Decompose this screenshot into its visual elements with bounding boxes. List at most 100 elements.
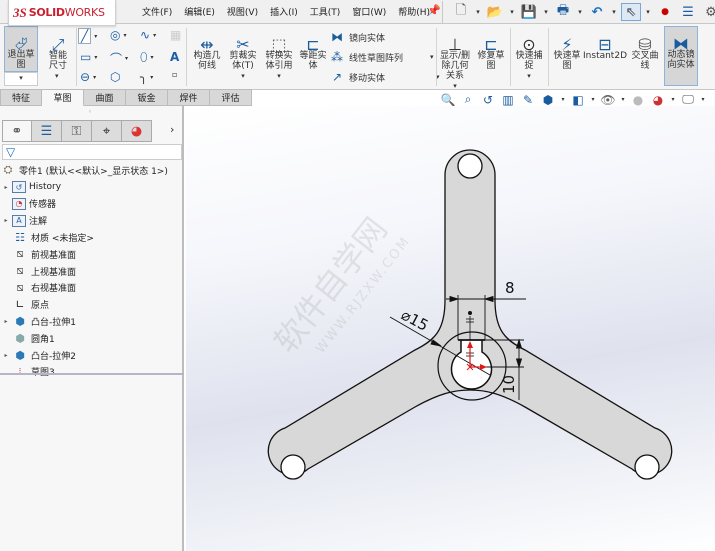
undo-button[interactable]: ↶ bbox=[587, 3, 607, 21]
convert-dropdown[interactable]: ▾ bbox=[277, 71, 281, 81]
previous-view-icon[interactable]: ↺ bbox=[480, 93, 496, 107]
line-dropdown[interactable]: ▾ bbox=[94, 33, 97, 40]
configuration-manager-tab[interactable]: ⚿ bbox=[62, 120, 92, 142]
panel-splitter[interactable] bbox=[0, 373, 184, 375]
expand-arrow-icon[interactable]: ▸ bbox=[0, 318, 12, 325]
expand-arrow-icon[interactable]: ▸ bbox=[0, 184, 12, 191]
tab-weldments[interactable]: 焊件 bbox=[168, 89, 210, 106]
zoom-to-area-icon[interactable]: ⌕ bbox=[460, 92, 476, 107]
point-tool[interactable]: ▫ bbox=[172, 70, 177, 79]
spline-tool[interactable]: ∿ ▾ bbox=[140, 28, 156, 42]
tree-item-annotations[interactable]: ▸ A 注解 bbox=[0, 212, 182, 229]
view-settings-icon[interactable]: 🖵 bbox=[680, 92, 696, 107]
expand-arrow-icon[interactable]: ▸ bbox=[0, 352, 12, 359]
select-dropdown[interactable]: ▾ bbox=[644, 8, 652, 16]
tree-item-fillet1[interactable]: ⬢ 圆角1 bbox=[0, 330, 182, 347]
rebuild-button[interactable]: ● bbox=[655, 3, 675, 21]
instant2d-button[interactable]: ⊟ Instant2D bbox=[583, 28, 627, 62]
display-style-dropdown[interactable]: ▾ bbox=[590, 96, 596, 103]
tree-item-history[interactable]: ▸ ↺ History bbox=[0, 179, 182, 196]
print-dropdown[interactable]: ▾ bbox=[576, 8, 584, 16]
exit-sketch-dropdown[interactable]: ▾ bbox=[4, 72, 38, 86]
construction-geometry-button[interactable]: ⇹ 构造几何线 bbox=[190, 28, 224, 72]
circle-tool[interactable]: ◎ ▾ bbox=[110, 28, 127, 42]
menu-file[interactable]: 文件(F) bbox=[136, 5, 178, 18]
property-manager-tab[interactable]: ☰ bbox=[32, 120, 62, 142]
display-style-icon[interactable]: ◧ bbox=[570, 93, 586, 107]
rapid-sketch-button[interactable]: ⚡ 快速草图 bbox=[550, 28, 584, 72]
view-orientation-dropdown[interactable]: ▾ bbox=[560, 96, 566, 103]
tree-item-right-plane[interactable]: ⧅ 右视基准面 bbox=[0, 280, 182, 297]
tree-root-part[interactable]: ⛭ 零件1 (默认<<默认>_显示状态 1>) bbox=[0, 162, 182, 179]
linear-pattern-button[interactable]: ⁂ 线性草图阵列 ▾ bbox=[330, 50, 434, 64]
open-button[interactable]: 📂 bbox=[485, 3, 505, 21]
display-relations-button[interactable]: ⊥ 显示/删除几何关系 ▾ bbox=[438, 28, 472, 91]
feature-manager-tab[interactable]: ⚭ bbox=[2, 120, 32, 142]
menu-edit[interactable]: 编辑(E) bbox=[178, 5, 221, 18]
tab-surfaces[interactable]: 曲面 bbox=[84, 89, 126, 106]
ellipse-tool[interactable]: ⬯ ▾ bbox=[140, 50, 154, 65]
polygon-tool[interactable]: ⬡ bbox=[110, 70, 120, 84]
edit-appearance-icon[interactable]: ● bbox=[630, 93, 646, 107]
tree-item-material[interactable]: ☷ 材质 <未指定> bbox=[0, 229, 182, 246]
pin-icon[interactable]: 📌 bbox=[427, 4, 441, 17]
panel-grip-handle[interactable]: ◦ bbox=[88, 108, 92, 116]
view-orientation-icon[interactable]: ⬢ bbox=[540, 93, 556, 107]
menu-tools[interactable]: 工具(T) bbox=[304, 5, 347, 18]
smart-dimension-button[interactable]: ⤢ 智能尺寸 bbox=[42, 28, 74, 72]
rectangle-tool[interactable]: ▭ ▾ bbox=[80, 50, 97, 64]
tab-features[interactable]: 特征 bbox=[0, 89, 42, 106]
scene-icon[interactable]: ◕ bbox=[650, 93, 666, 107]
hide-show-items-icon[interactable]: 👁 bbox=[600, 93, 616, 107]
exit-sketch-button[interactable]: ⮰ 退出草图 bbox=[4, 26, 38, 72]
convert-entities-button[interactable]: ⬚ 转换实体引用 ▾ bbox=[262, 28, 296, 81]
line-tool[interactable]: ╱ ▾ bbox=[78, 28, 97, 44]
open-dropdown[interactable]: ▾ bbox=[508, 8, 516, 16]
tree-item-boss-extrude2[interactable]: ▸ ⬢ 凸台-拉伸2 bbox=[0, 347, 182, 364]
smart-dimension-dropdown[interactable]: ▾ bbox=[55, 72, 59, 80]
trim-dropdown[interactable]: ▾ bbox=[241, 71, 245, 81]
menu-window[interactable]: 窗口(W) bbox=[346, 5, 392, 18]
dynamic-annotation-icon[interactable]: ✎ bbox=[520, 93, 536, 107]
options-button[interactable]: ⚙ bbox=[701, 3, 715, 21]
expand-arrow-icon[interactable]: ▸ bbox=[0, 217, 12, 224]
menu-view[interactable]: 视图(V) bbox=[221, 5, 264, 18]
dimxpert-manager-tab[interactable]: ⌖ bbox=[92, 120, 122, 142]
arc-tool[interactable]: ⌒ ▾ bbox=[110, 50, 128, 67]
tree-item-front-plane[interactable]: ⧅ 前视基准面 bbox=[0, 246, 182, 263]
select-button[interactable]: ⇖ bbox=[621, 3, 641, 21]
offset-entities-button[interactable]: ⊏ 等距实体 bbox=[298, 28, 328, 72]
tree-item-boss-extrude1[interactable]: ▸ ⬢ 凸台-拉伸1 bbox=[0, 313, 182, 330]
quick-snaps-button[interactable]: ⊙ 快速捕捉 ▾ bbox=[512, 28, 546, 81]
relations-dropdown[interactable]: ▾ bbox=[453, 81, 457, 91]
hide-show-dropdown[interactable]: ▾ bbox=[620, 96, 626, 103]
repair-sketch-button[interactable]: ⊏ 修复草图 bbox=[474, 28, 508, 72]
trim-entities-button[interactable]: ✂ 剪裁实体(T) ▾ bbox=[226, 28, 260, 81]
print-button[interactable]: 🖶 bbox=[553, 3, 573, 21]
text-tool[interactable]: A bbox=[170, 50, 179, 64]
chevron-right-icon[interactable]: › bbox=[170, 123, 174, 136]
tab-sketch[interactable]: 草图 bbox=[42, 89, 84, 106]
scene-dropdown[interactable]: ▾ bbox=[670, 96, 676, 103]
graphics-area[interactable]: 软件自学网 WWW.RJZXW.COM 8 ⌀15 10 bbox=[186, 106, 715, 551]
new-document-button[interactable]: 🗋 bbox=[451, 3, 471, 21]
move-entities-button[interactable]: ↗ 移动实体 ▾ bbox=[330, 70, 440, 84]
sketch-picture-tool[interactable]: ▦ bbox=[170, 28, 181, 42]
menu-insert[interactable]: 插入(I) bbox=[264, 5, 304, 18]
zoom-to-fit-icon[interactable]: 🔍 bbox=[440, 93, 456, 107]
quick-snaps-dropdown[interactable]: ▾ bbox=[527, 71, 531, 81]
slot-tool[interactable]: ⊖ ▾ bbox=[80, 70, 96, 84]
intersection-curve-button[interactable]: ⛁ 交叉曲线 bbox=[628, 28, 662, 72]
save-button[interactable]: 💾 bbox=[519, 3, 539, 21]
linear-pattern-dropdown[interactable]: ▾ bbox=[430, 53, 434, 61]
display-manager-tab[interactable]: ◕ bbox=[122, 120, 152, 142]
section-view-icon[interactable]: ▥ bbox=[500, 93, 516, 107]
save-dropdown[interactable]: ▾ bbox=[542, 8, 550, 16]
tree-filter-input[interactable]: ▽ bbox=[2, 144, 182, 160]
tab-evaluate[interactable]: 评估 bbox=[210, 89, 252, 106]
view-settings-dropdown[interactable]: ▾ bbox=[700, 96, 706, 103]
undo-dropdown[interactable]: ▾ bbox=[610, 8, 618, 16]
file-properties-button[interactable]: ☰ bbox=[678, 3, 698, 21]
solidworks-logo[interactable]: 3S SOLIDWORKS bbox=[8, 0, 116, 26]
tree-item-top-plane[interactable]: ⧅ 上视基准面 bbox=[0, 263, 182, 280]
